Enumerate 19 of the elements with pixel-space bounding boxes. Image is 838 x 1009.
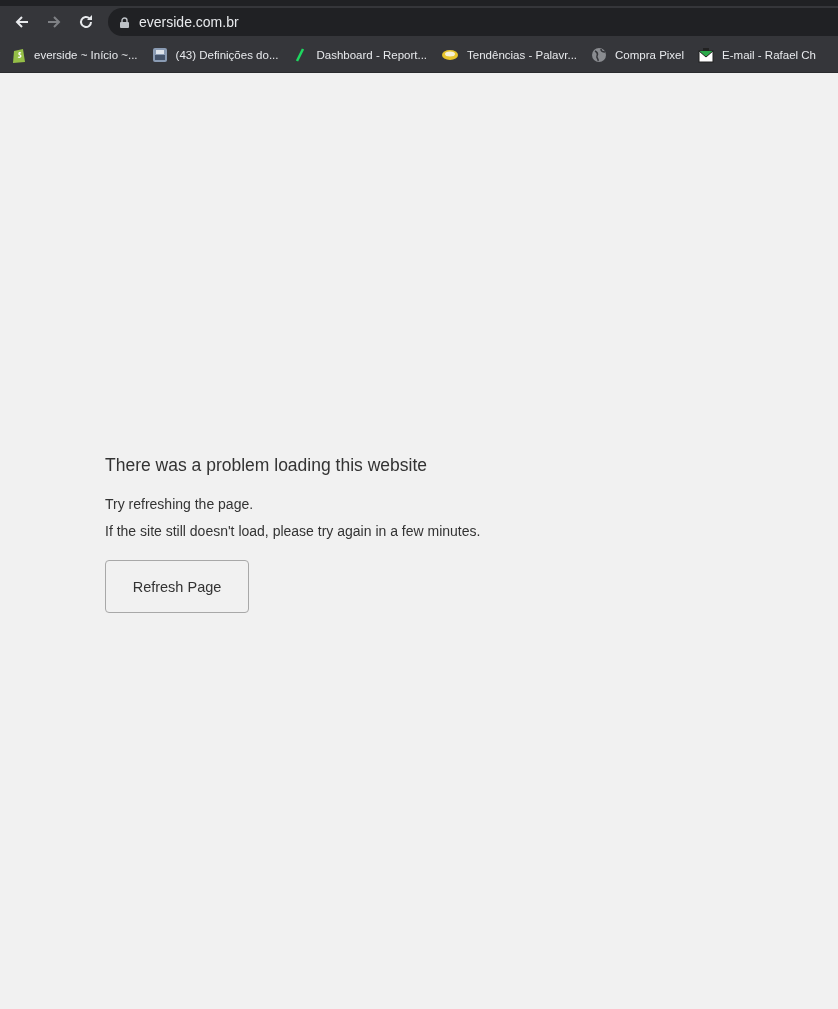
forward-arrow-icon bbox=[46, 14, 62, 30]
refresh-button[interactable]: Refresh Page bbox=[105, 560, 249, 613]
bookmark[interactable]: Dashboard - Report... bbox=[292, 47, 428, 63]
back-arrow-icon bbox=[14, 14, 30, 30]
bookmark[interactable]: (43) Definições do... bbox=[151, 47, 279, 63]
address-bar[interactable]: everside.com.br bbox=[108, 8, 838, 36]
error-message: Try refreshing the page. bbox=[105, 496, 255, 513]
mail-icon bbox=[698, 47, 715, 63]
bookmark[interactable]: Compra Pixel bbox=[591, 47, 685, 63]
bookmark[interactable]: everside ~ Início ~... bbox=[12, 47, 138, 63]
error-message: If the site still doesn't load, please try again in a few minutes. bbox=[105, 523, 482, 540]
disc-icon bbox=[441, 49, 460, 61]
bookmark[interactable]: Tendências - Palavr... bbox=[441, 49, 578, 61]
reload-icon bbox=[78, 14, 94, 30]
shopping-bag-icon bbox=[12, 47, 26, 63]
globe-icon bbox=[591, 47, 608, 63]
bookmark[interactable]: E-mail - Rafael Ch bbox=[698, 47, 816, 63]
lock-icon bbox=[120, 16, 129, 28]
error-title: There was a problem loading this website bbox=[105, 455, 428, 476]
